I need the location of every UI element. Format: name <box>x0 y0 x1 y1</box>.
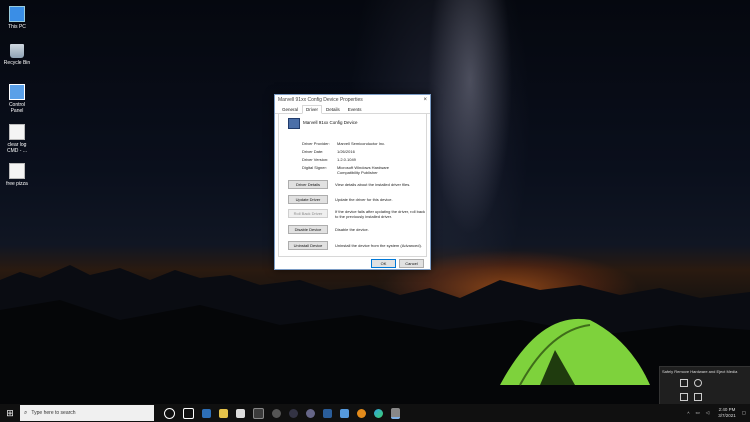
tab-events[interactable]: Events <box>344 105 366 113</box>
dialog-tabs: General Driver Details Events <box>275 105 430 114</box>
system-tray: ^ ▭ ◁ 2:40 PM 3/7/2021 ▢ <box>684 404 750 422</box>
store-icon[interactable] <box>236 408 245 418</box>
info-value: Marvell Semiconductor Inc. <box>337 141 386 146</box>
info-key: Driver Date: <box>302 149 324 154</box>
driver-provider-row: Driver Provider: Marvell Semiconductor In… <box>302 141 412 146</box>
app-icon[interactable] <box>340 408 349 418</box>
desktop-icon-this-pc[interactable]: This PC <box>2 6 32 30</box>
driver-version-row: Driver Version: 1.2.0.1049 <box>302 157 412 162</box>
desktop-icon-clear-log[interactable]: clear log CMD - ... <box>2 124 32 154</box>
app-icon[interactable] <box>202 408 211 418</box>
app-icon[interactable] <box>357 408 366 418</box>
desktop-icon-free-pizza[interactable]: free pizza <box>2 163 32 187</box>
desktop-icon-label: Recycle Bin <box>3 60 31 66</box>
task-view-icon[interactable] <box>183 407 194 419</box>
search-icon: ⌕ <box>24 409 28 416</box>
info-value: Microsoft Windows Hardware Compatibility… <box>337 165 390 175</box>
tray-overflow-popup: Safely Remove Hardware and Eject Media <box>659 366 750 406</box>
driver-date-row: Driver Date: 1/26/2016 <box>302 149 412 154</box>
app-icon[interactable] <box>253 407 264 419</box>
update-driver-button[interactable]: Update Driver <box>288 195 328 204</box>
document-icon <box>9 124 25 140</box>
wallpaper-green-tent <box>500 318 650 386</box>
roll-back-driver-button[interactable]: Roll Back Driver <box>288 209 328 218</box>
info-key: Digital Signer: <box>302 165 327 170</box>
control-panel-icon <box>9 84 25 100</box>
volume-icon[interactable]: ◁ <box>706 410 709 416</box>
uninstall-device-desc: Uninstall the device from the system (Ad… <box>335 243 422 248</box>
tray-app-icon[interactable] <box>694 379 702 387</box>
close-icon[interactable]: × <box>423 97 427 103</box>
app-icon[interactable] <box>289 408 298 418</box>
ok-button[interactable]: OK <box>371 259 396 268</box>
info-value: 1/26/2016 <box>337 149 355 154</box>
device-manager-icon[interactable] <box>391 407 400 419</box>
digital-signer-row: Digital Signer: Microsoft Windows Hardwar… <box>302 165 412 175</box>
uninstall-device-button[interactable]: Uninstall Device <box>288 241 328 250</box>
desktop-icon-label: This PC <box>8 24 26 30</box>
file-explorer-icon[interactable] <box>219 408 228 418</box>
driver-tab-panel: Marvell 91xx Config Device Driver Provid… <box>278 114 427 257</box>
usb-eject-icon[interactable] <box>680 379 688 387</box>
driver-details-button[interactable]: Driver Details <box>288 180 328 189</box>
show-hidden-icons-icon[interactable]: ^ <box>687 411 689 416</box>
windows-start-icon[interactable]: ⊞ <box>0 404 20 422</box>
tab-details[interactable]: Details <box>322 105 344 113</box>
desktop-icon-label: Control Panel <box>8 102 26 114</box>
document-icon <box>9 163 25 179</box>
desktop-icon-label: free pizza <box>6 181 28 187</box>
update-driver-desc: Update the driver for this device. <box>335 197 393 202</box>
cortana-icon[interactable] <box>164 407 175 419</box>
clock[interactable]: 2:40 PM 3/7/2021 <box>718 407 736 419</box>
app-icon[interactable] <box>272 408 281 418</box>
app-icon[interactable] <box>323 408 332 418</box>
taskbar-search-box[interactable]: ⌕ Type here to search <box>20 405 154 421</box>
dialog-title: Marvell 91xx Config Device Properties <box>278 97 363 103</box>
computer-icon <box>9 6 25 22</box>
info-key: Driver Provider: <box>302 141 330 146</box>
edge-browser-icon[interactable] <box>374 408 383 418</box>
device-chip-icon <box>288 118 300 129</box>
cancel-button[interactable]: Cancel <box>399 259 424 268</box>
tray-app-icon[interactable] <box>680 393 688 401</box>
roll-back-driver-desc: If the device fails after updating the d… <box>335 209 426 219</box>
search-placeholder: Type here to search <box>31 410 76 416</box>
device-name: Marvell 91xx Config Device <box>303 120 358 125</box>
tab-driver[interactable]: Driver <box>302 105 323 114</box>
desktop-icon-recycle-bin[interactable]: Recycle Bin <box>2 44 32 66</box>
tray-app-icon[interactable] <box>694 393 702 401</box>
tab-general[interactable]: General <box>278 105 302 113</box>
network-icon[interactable]: ▭ <box>695 410 699 416</box>
disable-device-desc: Disable the device. <box>335 227 369 232</box>
info-value: 1.2.0.1049 <box>337 157 356 162</box>
driver-details-desc: View details about the installed driver … <box>335 182 411 187</box>
safely-remove-tooltip: Safely Remove Hardware and Eject Media <box>662 369 738 374</box>
taskbar: ⊞ ⌕ Type here to search ^ ▭ ◁ 2:40 PM 3/… <box>0 404 750 422</box>
desktop-icon-control-panel[interactable]: Control Panel <box>2 84 32 114</box>
app-icon[interactable] <box>306 408 315 418</box>
recycle-bin-icon <box>10 44 24 58</box>
dialog-titlebar[interactable]: Marvell 91xx Config Device Properties × <box>275 95 430 105</box>
info-key: Driver Version: <box>302 157 329 162</box>
desktop-icon-label: clear log CMD - ... <box>7 142 27 154</box>
disable-device-button[interactable]: Disable Device <box>288 225 328 234</box>
clock-date: 3/7/2021 <box>718 413 736 418</box>
notifications-icon[interactable]: ▢ <box>742 410 746 416</box>
device-properties-dialog: Marvell 91xx Config Device Properties × … <box>274 94 431 270</box>
